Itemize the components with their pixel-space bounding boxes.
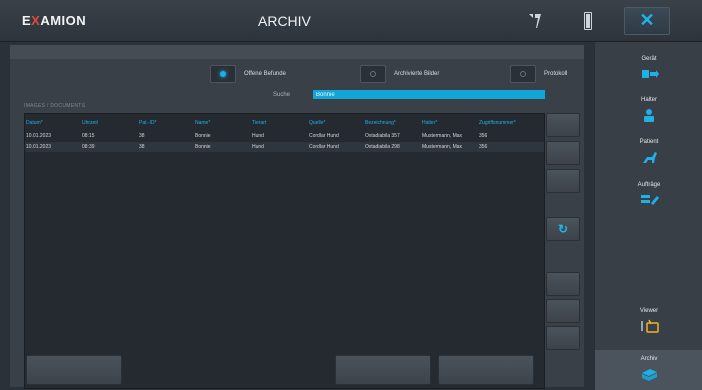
archive-panel: Offene Befunde Archivierte Bilder Protok… [10, 45, 584, 389]
column-header-quelle[interactable]: Quelle* [309, 120, 325, 126]
radio-box [210, 65, 236, 83]
table-caption: IMAGES / DOCUMENTS [24, 103, 86, 109]
protokoll-label: Protokoll [544, 71, 568, 77]
table-cell: Bonnie [195, 133, 211, 139]
battery-icon [584, 12, 592, 30]
table-cell: 356 [479, 133, 488, 139]
sidebar-item-archiv[interactable]: Archiv [595, 350, 702, 390]
column-header-datum[interactable]: Datum* [26, 120, 43, 126]
table-header-row: Datum* Uhrzeit Pat.-ID* Name* Tierart Qu… [25, 118, 544, 128]
sidebar-item-halter[interactable]: Halter [595, 97, 702, 123]
bottom-button-middle[interactable] [335, 355, 431, 385]
action-button-3[interactable] [546, 169, 580, 193]
close-button[interactable]: ✕ [624, 7, 670, 35]
sidebar-item-label: Halter [640, 97, 657, 103]
radio-box [510, 65, 536, 83]
sidebar-item-patient[interactable]: Patient [595, 139, 702, 165]
search-input[interactable] [313, 90, 545, 99]
table-cell: Oxtadiabila 357 [365, 133, 400, 139]
table-cell: Cordlar Hund [309, 133, 339, 139]
table-cell: 356 [479, 144, 488, 150]
column-header-pat-id[interactable]: Pat.-ID* [139, 120, 157, 126]
sidebar-item-viewer[interactable]: Viewer [595, 308, 702, 334]
table-cell: 10.01.2023 [26, 144, 52, 150]
table-row[interactable]: 10.01.2023 08:39 38 Bonnie Hund Cordlar … [25, 142, 544, 152]
radio-unselected-icon [370, 71, 376, 77]
radio-unselected-icon [520, 71, 526, 77]
bottom-button-left[interactable] [26, 355, 122, 385]
action-button-6[interactable] [546, 326, 580, 350]
sidebar-item-label: Viewer [639, 308, 659, 314]
action-button-2[interactable] [546, 141, 580, 165]
column-header-halter[interactable]: Halter* [422, 120, 437, 126]
page-title: ARCHIV [258, 13, 311, 29]
table-cell: Bonnie [195, 144, 211, 150]
sidebar-item-auftraege[interactable]: Aufträge [595, 182, 702, 208]
table-row[interactable]: 10.01.2023 08:15 38 Bonnie Hund Cordlar … [25, 131, 544, 141]
panel-header-strip [10, 45, 584, 59]
offene-befunde-label: Offene Befunde [244, 71, 286, 77]
table-cell: Mustermann, Max [422, 133, 463, 139]
device-icon [642, 70, 659, 78]
action-button-1[interactable] [546, 113, 580, 137]
table-cell: Mustermann, Max [422, 144, 463, 150]
radio-box [360, 65, 386, 83]
offene-befunde-option[interactable]: Offene Befunde [210, 65, 286, 83]
table-cell: Cordlar Hund [309, 144, 339, 150]
owner-icon [644, 109, 654, 122]
table-cell: 08:39 [82, 144, 95, 150]
orders-icon [641, 195, 659, 205]
sidebar-item-label: Archiv [640, 356, 658, 362]
table-cell: 38 [139, 133, 145, 139]
column-header-tierart[interactable]: Tierart [252, 120, 266, 126]
action-button-5[interactable] [546, 299, 580, 323]
refresh-button[interactable]: ↻ [546, 217, 580, 241]
column-header-bezeichnung[interactable]: Bezeichnung* [365, 120, 396, 126]
viewer-icon [641, 319, 659, 333]
results-table[interactable]: Datum* Uhrzeit Pat.-ID* Name* Tierart Qu… [24, 113, 545, 389]
refresh-icon: ↻ [557, 222, 569, 236]
archive-icon [642, 369, 657, 381]
pin-icon[interactable] [527, 12, 543, 30]
dog-icon [643, 152, 657, 163]
examion-logo: EXAMION [22, 13, 87, 28]
protokoll-option[interactable]: Protokoll [510, 65, 567, 83]
sidebar-item-geraet[interactable]: Gerät [595, 56, 702, 82]
search-label: Suche [273, 92, 291, 98]
sidebar-item-label: Patient [639, 139, 659, 145]
table-cell: 08:15 [82, 133, 95, 139]
sidebar-item-label: Gerät [641, 56, 657, 62]
sidebar-item-label: Aufträge [637, 182, 661, 188]
column-header-uhrzeit[interactable]: Uhrzeit [82, 120, 98, 126]
top-bar: EXAMION ARCHIV ✕ [0, 0, 702, 42]
table-cell: Oxtadiabila 298 [365, 144, 400, 150]
table-cell: 38 [139, 144, 145, 150]
sidebar: Gerät Halter Patient Aufträge Viewer Arc… [594, 42, 702, 390]
column-header-name[interactable]: Name* [195, 120, 210, 126]
table-cell: Hund [252, 144, 264, 150]
table-cell: Hund [252, 133, 264, 139]
bottom-button-right[interactable] [438, 355, 534, 385]
archivierte-bilder-option[interactable]: Archivierte Bilder [360, 65, 439, 83]
action-button-4[interactable] [546, 272, 580, 296]
archivierte-bilder-label: Archivierte Bilder [394, 71, 440, 77]
column-header-zugriffsnummer[interactable]: Zugriffsnummer* [479, 120, 516, 126]
table-cell: 10.01.2023 [26, 133, 52, 139]
radio-selected-icon [220, 71, 226, 77]
